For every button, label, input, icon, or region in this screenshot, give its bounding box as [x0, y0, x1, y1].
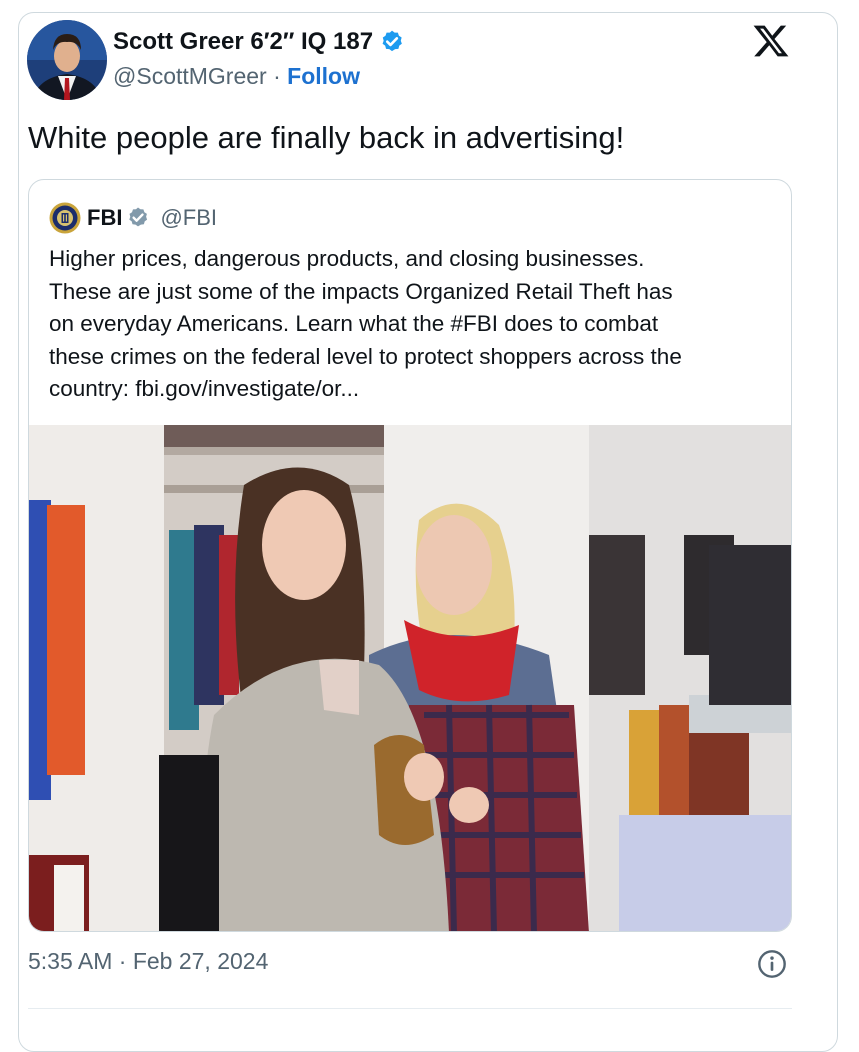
quoted-text-line: These are just some of the impacts Organ… [49, 278, 673, 304]
author-avatar[interactable] [27, 20, 107, 100]
author-handle-row: @ScottMGreer · Follow [113, 63, 360, 90]
quoted-author-row: FBI @FBI [49, 202, 217, 234]
verified-badge-icon [382, 30, 402, 52]
fbi-seal-icon[interactable] [49, 202, 81, 234]
author-display-name-text[interactable]: Scott Greer 6′2″ IQ 187 [113, 28, 373, 56]
quoted-tweet[interactable]: FBI @FBI Higher prices, dangerous produc… [28, 179, 792, 932]
quoted-handle[interactable]: @FBI [160, 205, 217, 231]
tweet-timestamp[interactable]: 5:35 AM · Feb 27, 2024 [28, 948, 268, 975]
author-handle[interactable]: @ScottMGreer [113, 63, 267, 89]
quoted-text-line: on everyday Americans. Learn what the #F… [49, 311, 659, 336]
x-logo-icon[interactable] [752, 22, 790, 60]
info-icon[interactable] [756, 948, 788, 980]
follow-button[interactable]: Follow [287, 63, 360, 89]
divider [28, 1008, 792, 1009]
gray-verified-badge-icon [129, 207, 148, 227]
author-display-name[interactable]: Scott Greer 6′2″ IQ 187 [113, 28, 405, 56]
quoted-media-photo[interactable] [29, 425, 792, 932]
quoted-text-line: country: fbi.gov/investigate/or... [49, 376, 360, 401]
handle-separator: · [273, 63, 281, 89]
quoted-display-name[interactable]: FBI [87, 205, 122, 231]
quoted-tweet-text: Higher prices, dangerous products, and c… [49, 243, 779, 406]
quoted-text-line: Higher prices, dangerous products, and c… [49, 246, 645, 271]
tweet-text: White people are finally back in adverti… [28, 120, 625, 155]
quoted-text-line: these crimes on the federal level to pro… [49, 343, 682, 369]
